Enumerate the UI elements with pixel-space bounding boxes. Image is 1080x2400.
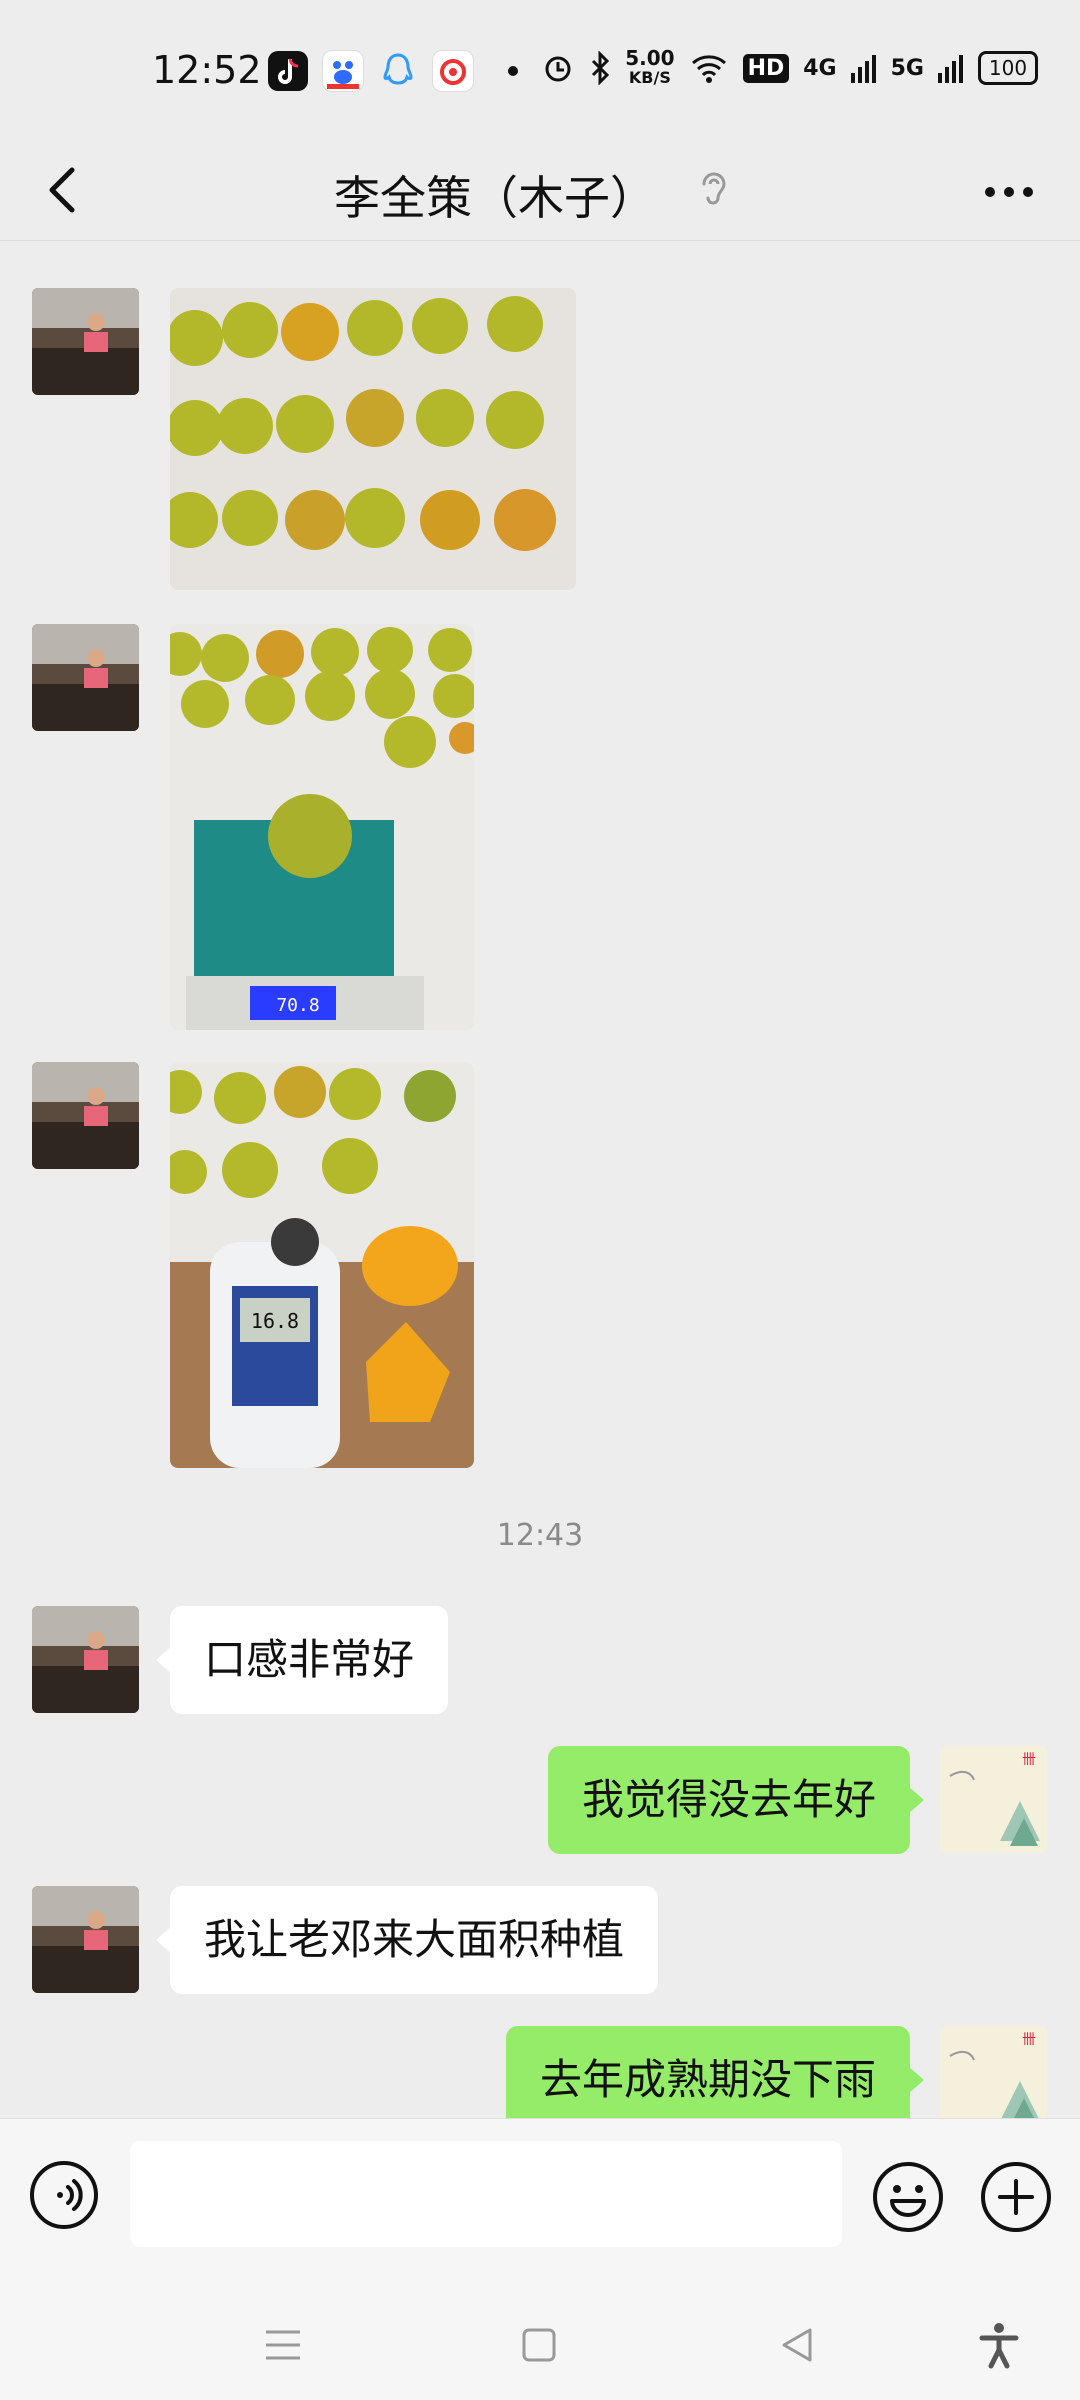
system-indicators: 5.00 KB/S HD 4G 5G 100 xyxy=(541,48,1038,88)
my-avatar[interactable]: 卌 xyxy=(940,2026,1047,2118)
sent-message-bubble[interactable]: 我觉得没去年好 xyxy=(547,1746,925,1854)
image-message[interactable] xyxy=(170,288,576,590)
system-navigation-bar xyxy=(0,2290,1080,2400)
weibo-icon xyxy=(432,50,474,92)
wifi-icon xyxy=(691,55,726,83)
status-time: 12:52 xyxy=(152,48,262,92)
network-speed: 5.00 KB/S xyxy=(625,48,674,88)
qq-icon xyxy=(378,51,418,91)
voice-icon xyxy=(30,2161,98,2229)
svg-text:卌: 卌 xyxy=(1022,2032,1036,2048)
image-message[interactable]: 16.8 xyxy=(170,1062,474,1468)
voice-input-button[interactable] xyxy=(28,2159,100,2231)
triangle-back-icon xyxy=(782,2328,812,2362)
input-bar xyxy=(0,2118,1080,2291)
speed-unit: KB/S xyxy=(628,68,671,87)
more-notifications-dot xyxy=(508,66,518,76)
alarm-icon xyxy=(545,56,571,82)
chat-messages[interactable]: 70.8 16.8 12:43 口感非常好 我觉得没去年好 卌 我让老邓来大面积… xyxy=(0,240,1080,2118)
network-5g: 5G xyxy=(890,55,924,81)
earpiece-mode-icon xyxy=(694,164,734,214)
system-back-button[interactable] xyxy=(772,2320,822,2370)
status-bar: 12:52 5.00 KB/S HD 4G 5G 100 xyxy=(0,0,1080,140)
contact-avatar[interactable] xyxy=(32,288,139,395)
ellipsis-icon xyxy=(985,187,1033,197)
contact-avatar[interactable] xyxy=(32,1062,139,1169)
svg-text:卌: 卌 xyxy=(1022,1752,1036,1768)
menu-icon xyxy=(266,2330,300,2360)
emoji-icon xyxy=(873,2162,943,2232)
hd-badge: HD xyxy=(742,53,790,83)
image-message[interactable]: 70.8 xyxy=(170,624,474,1030)
contact-avatar[interactable] xyxy=(32,624,139,731)
accessibility-icon xyxy=(979,2323,1019,2369)
chat-header: 李全策（木子） xyxy=(0,140,1080,241)
accessibility-button[interactable] xyxy=(974,2320,1024,2370)
more-options-button[interactable] xyxy=(974,172,1044,212)
notification-icons xyxy=(268,50,518,92)
baidu-icon xyxy=(322,50,364,92)
tiktok-icon xyxy=(268,51,308,91)
more-functions-button[interactable] xyxy=(978,2159,1054,2235)
svg-text:70.8: 70.8 xyxy=(276,995,319,1016)
sent-message-bubble[interactable]: 去年成熟期没下雨 xyxy=(505,2026,925,2118)
message-input[interactable] xyxy=(130,2141,842,2247)
received-message-bubble[interactable]: 口感非常好 xyxy=(155,1606,449,1714)
contact-avatar[interactable] xyxy=(32,1606,139,1713)
square-icon xyxy=(522,2328,556,2362)
received-message-bubble[interactable]: 我让老邓来大面积种植 xyxy=(155,1886,659,1994)
signal-icon xyxy=(850,55,876,83)
speed-value: 5.00 xyxy=(625,46,675,70)
bluetooth-icon xyxy=(592,51,610,85)
emoji-button[interactable] xyxy=(870,2159,946,2235)
my-avatar[interactable]: 卌 xyxy=(940,1746,1047,1853)
plus-icon xyxy=(981,2162,1051,2232)
recent-apps-button[interactable] xyxy=(258,2320,308,2370)
chat-title: 李全策（木子） xyxy=(334,171,656,225)
message-timestamp: 12:43 xyxy=(496,1518,584,1553)
home-button[interactable] xyxy=(514,2320,564,2370)
svg-text:16.8: 16.8 xyxy=(251,1309,299,1333)
battery-indicator: 100 xyxy=(978,51,1038,85)
signal-icon-2 xyxy=(938,55,963,83)
network-4g: 4G xyxy=(803,55,837,81)
contact-avatar[interactable] xyxy=(32,1886,139,1993)
